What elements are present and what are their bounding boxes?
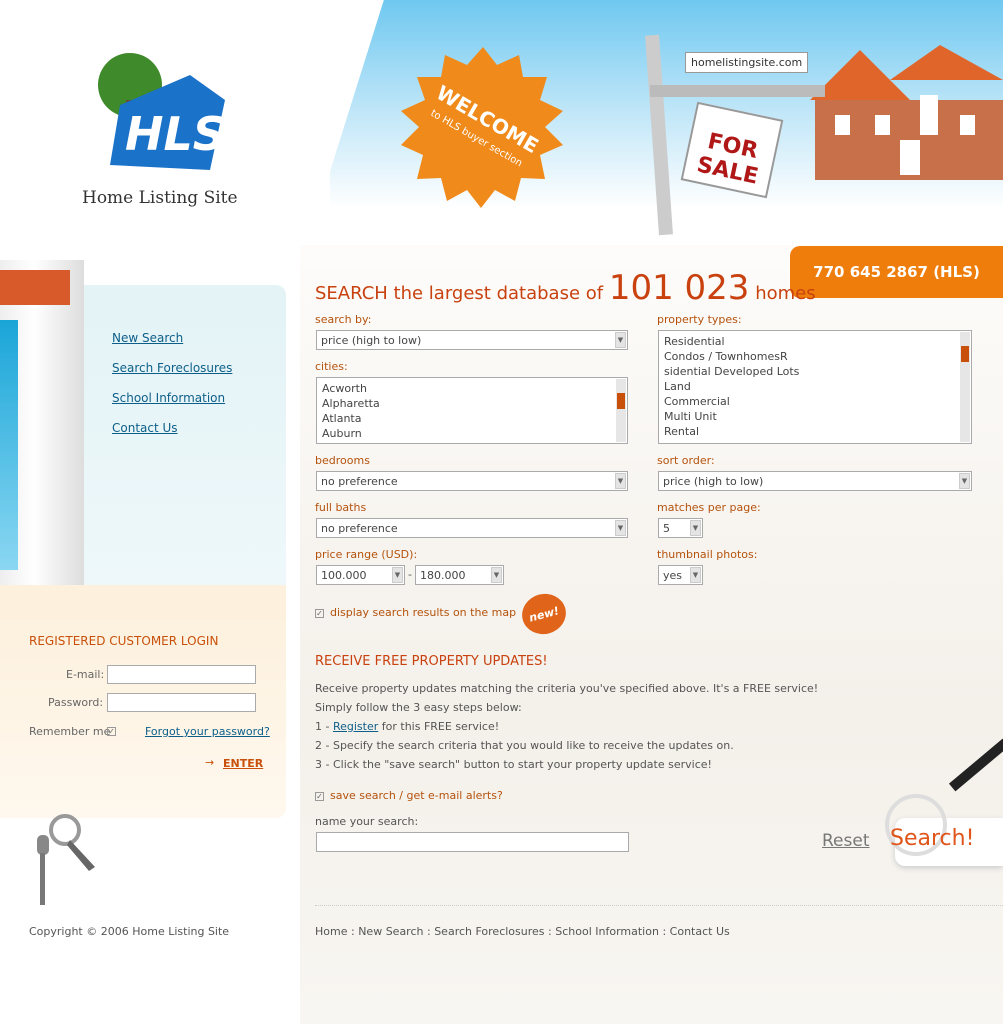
chevron-down-icon: ▼ bbox=[959, 473, 970, 489]
search-button[interactable]: Search! bbox=[890, 826, 974, 851]
footer-link-contact-us[interactable]: Contact Us bbox=[670, 925, 730, 938]
register-link[interactable]: Register bbox=[333, 720, 378, 733]
price-min-select[interactable]: 100.000 ▼ bbox=[316, 565, 405, 585]
matches-select[interactable]: 5 ▼ bbox=[658, 518, 703, 538]
list-item[interactable]: Rental bbox=[664, 424, 966, 439]
save-search-checkbox[interactable]: ✓ bbox=[315, 792, 324, 801]
chevron-down-icon: ▼ bbox=[615, 332, 626, 348]
email-label: E-mail: bbox=[66, 668, 105, 681]
bedrooms-label: bedrooms bbox=[315, 454, 370, 467]
cities-list[interactable]: Acworth Alpharetta Atlanta Auburn bbox=[316, 377, 628, 444]
sidebar-nav bbox=[84, 285, 286, 585]
name-search-input[interactable] bbox=[316, 832, 629, 852]
reset-button[interactable]: Reset bbox=[822, 831, 870, 851]
site-name: Home Listing Site bbox=[82, 188, 238, 208]
forgot-password-link[interactable]: Forgot your password? bbox=[145, 725, 270, 738]
search-heading: SEARCH the largest database of 101 023 h… bbox=[315, 268, 816, 308]
login-title: REGISTERED CUSTOMER LOGIN bbox=[29, 634, 219, 648]
phone-number: 770 645 2867 (HLS) bbox=[790, 246, 1003, 298]
list-item[interactable]: Atlanta bbox=[322, 411, 622, 426]
list-item[interactable]: Multi Unit bbox=[664, 409, 966, 424]
price-separator: - bbox=[408, 568, 412, 581]
chevron-down-icon: ▼ bbox=[615, 520, 626, 536]
footer-link-new-search[interactable]: New Search bbox=[358, 925, 423, 938]
email-field[interactable] bbox=[107, 665, 256, 684]
welcome-badge: WELCOME to HLS buyer section bbox=[401, 47, 563, 208]
remember-checkbox[interactable]: ✓ bbox=[107, 727, 116, 736]
thumbnails-label: thumbnail photos: bbox=[657, 548, 758, 561]
list-item[interactable]: sidential Developed Lots bbox=[664, 364, 966, 379]
password-field[interactable] bbox=[107, 693, 256, 712]
scrollbar[interactable] bbox=[616, 379, 626, 442]
updates-step-1: 1 - Register for this FREE service! bbox=[315, 720, 500, 733]
arrow-right-icon: → bbox=[205, 756, 215, 769]
list-item[interactable]: Auburn bbox=[322, 426, 622, 441]
chevron-down-icon: ▼ bbox=[392, 567, 403, 583]
save-search-option[interactable]: ✓ save search / get e-mail alerts? bbox=[315, 789, 503, 802]
chevron-down-icon: ▼ bbox=[491, 567, 502, 583]
list-item[interactable]: Land bbox=[664, 379, 966, 394]
enter-button[interactable]: ENTER bbox=[223, 757, 263, 770]
updates-text: Receive property updates matching the cr… bbox=[315, 682, 819, 695]
remember-label: Remember me bbox=[29, 725, 111, 738]
nav-search-foreclosures[interactable]: Search Foreclosures bbox=[112, 361, 232, 375]
bedrooms-select[interactable]: no preference ▼ bbox=[316, 471, 628, 491]
updates-title: RECEIVE FREE PROPERTY UPDATES! bbox=[315, 654, 548, 669]
list-item[interactable]: Alpharetta bbox=[322, 396, 622, 411]
thumbnails-select[interactable]: yes ▼ bbox=[658, 565, 703, 585]
list-item[interactable]: Condos / TownhomesR bbox=[664, 349, 966, 364]
nav-new-search[interactable]: New Search bbox=[112, 331, 183, 345]
copyright: Copyright © 2006 Home Listing Site bbox=[29, 925, 230, 938]
nav-school-information[interactable]: School Information bbox=[112, 391, 225, 405]
map-option[interactable]: ✓ display search results on the map bbox=[315, 606, 516, 619]
price-range-label: price range (USD): bbox=[315, 548, 418, 561]
sort-order-label: sort order: bbox=[657, 454, 715, 467]
map-checkbox[interactable]: ✓ bbox=[315, 609, 324, 618]
sort-order-select[interactable]: price (high to low) ▼ bbox=[658, 471, 972, 491]
footer-link-home[interactable]: Home bbox=[315, 925, 347, 938]
logo[interactable]: HLS bbox=[80, 45, 230, 175]
property-types-label: property types: bbox=[657, 313, 742, 326]
chevron-down-icon: ▼ bbox=[690, 567, 701, 583]
list-item[interactable]: Acworth bbox=[322, 381, 622, 396]
password-label: Password: bbox=[48, 696, 104, 709]
footer-link-search-foreclosures[interactable]: Search Foreclosures bbox=[434, 925, 544, 938]
baths-select[interactable]: no preference ▼ bbox=[316, 518, 628, 538]
footer-divider bbox=[315, 905, 1003, 906]
keys-image bbox=[37, 814, 95, 905]
footer-link-school-information[interactable]: School Information bbox=[555, 925, 659, 938]
chevron-down-icon: ▼ bbox=[615, 473, 626, 489]
for-sale-sign: homelistingsite.com FOR SALE bbox=[640, 30, 840, 240]
chevron-down-icon: ▼ bbox=[690, 520, 701, 536]
list-item[interactable]: Commercial bbox=[664, 394, 966, 409]
building-image bbox=[0, 260, 84, 590]
updates-step-2: 2 - Specify the search criteria that you… bbox=[315, 739, 734, 752]
list-item[interactable]: Residential bbox=[664, 334, 966, 349]
scrollbar[interactable] bbox=[960, 332, 970, 442]
updates-text: Simply follow the 3 easy steps below: bbox=[315, 701, 522, 714]
nav-contact-us[interactable]: Contact Us bbox=[112, 421, 178, 435]
matches-label: matches per page: bbox=[657, 501, 761, 514]
search-by-select[interactable]: price (high to low) ▼ bbox=[316, 330, 628, 350]
footer-links: Home : New Search : Search Foreclosures … bbox=[315, 925, 730, 938]
cities-label: cities: bbox=[315, 360, 348, 373]
search-by-label: search by: bbox=[315, 313, 372, 326]
property-types-list[interactable]: Residential Condos / TownhomesR sidential … bbox=[658, 330, 972, 444]
price-max-select[interactable]: 180.000 ▼ bbox=[415, 565, 504, 585]
baths-label: full baths bbox=[315, 501, 367, 514]
name-search-label: name your search: bbox=[315, 815, 419, 828]
updates-step-3: 3 - Click the "save search" button to st… bbox=[315, 758, 712, 771]
svg-text:HLS: HLS bbox=[125, 107, 226, 161]
